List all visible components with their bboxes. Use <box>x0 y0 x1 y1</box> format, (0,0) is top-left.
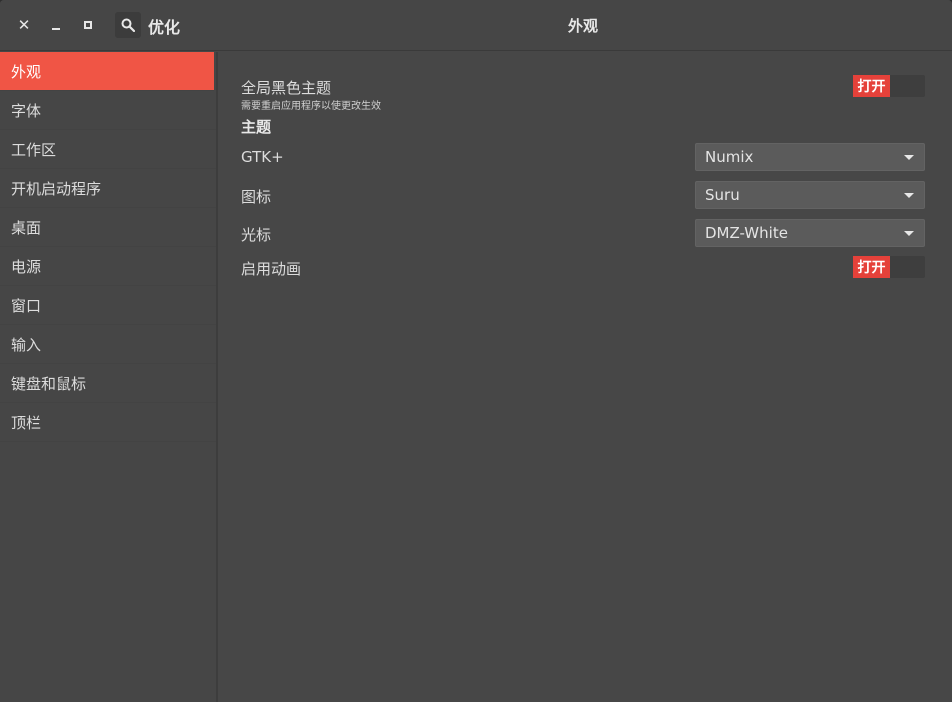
icon-theme-dropdown[interactable]: Suru <box>695 181 925 209</box>
header-bar: ✕ 优化 外观 <box>0 0 952 51</box>
dark-theme-switch[interactable]: 打开 <box>853 75 925 97</box>
app-title: 优化 <box>148 18 181 37</box>
animations-switch-label: 打开 <box>853 256 890 278</box>
sidebar-item-keyboard-mouse[interactable]: 键盘和鼠标 <box>0 364 216 403</box>
minimize-icon <box>52 28 60 30</box>
cursor-theme-label: 光标 <box>241 226 272 244</box>
close-button[interactable]: ✕ <box>13 14 35 36</box>
sidebar-item-fonts[interactable]: 字体 <box>0 91 216 130</box>
animations-switch[interactable]: 打开 <box>853 256 925 278</box>
gtk-theme-value: Numix <box>705 148 754 166</box>
icon-theme-label: 图标 <box>241 188 272 206</box>
dark-theme-label: 全局黑色主题 <box>241 79 332 97</box>
sidebar: 外观 字体 工作区 开机启动程序 桌面 电源 窗口 输入 键盘和鼠标 顶栏 <box>0 52 216 702</box>
sidebar-item-appearance[interactable]: 外观 <box>0 52 214 91</box>
sidebar-item-top-bar[interactable]: 顶栏 <box>0 403 216 442</box>
search-button[interactable] <box>115 12 141 38</box>
sidebar-item-workspaces[interactable]: 工作区 <box>0 130 216 169</box>
minimize-button[interactable] <box>45 14 67 36</box>
close-icon: ✕ <box>17 16 31 34</box>
tweaks-window: ✕ 优化 外观 外观 字体 工作区 开机启动程序 桌面 电源 窗口 输入 键盘和… <box>0 0 952 702</box>
maximize-button[interactable] <box>77 14 99 36</box>
animations-label: 启用动画 <box>241 260 302 278</box>
chevron-down-icon <box>904 193 914 198</box>
gtk-theme-dropdown[interactable]: Numix <box>695 143 925 171</box>
search-icon <box>121 18 135 32</box>
cursor-theme-dropdown[interactable]: DMZ-White <box>695 219 925 247</box>
sidebar-item-input[interactable]: 输入 <box>0 325 216 364</box>
dark-theme-hint: 需要重启应用程序以使更改生效 <box>241 101 381 112</box>
theme-section-title: 主题 <box>241 118 272 136</box>
sidebar-item-windows[interactable]: 窗口 <box>0 286 216 325</box>
gtk-theme-label: GTK+ <box>241 148 284 166</box>
cursor-theme-value: DMZ-White <box>705 224 788 242</box>
appearance-panel: 全局黑色主题 需要重启应用程序以使更改生效 打开 主题 GTK+ Numix 图… <box>218 52 952 702</box>
chevron-down-icon <box>904 231 914 236</box>
sidebar-item-desktop[interactable]: 桌面 <box>0 208 216 247</box>
page-heading: 外观 <box>567 17 598 35</box>
dark-theme-switch-label: 打开 <box>853 75 890 97</box>
icon-theme-value: Suru <box>705 186 740 204</box>
sidebar-item-power[interactable]: 电源 <box>0 247 216 286</box>
sidebar-item-startup-apps[interactable]: 开机启动程序 <box>0 169 216 208</box>
chevron-down-icon <box>904 155 914 160</box>
maximize-icon <box>84 21 92 29</box>
